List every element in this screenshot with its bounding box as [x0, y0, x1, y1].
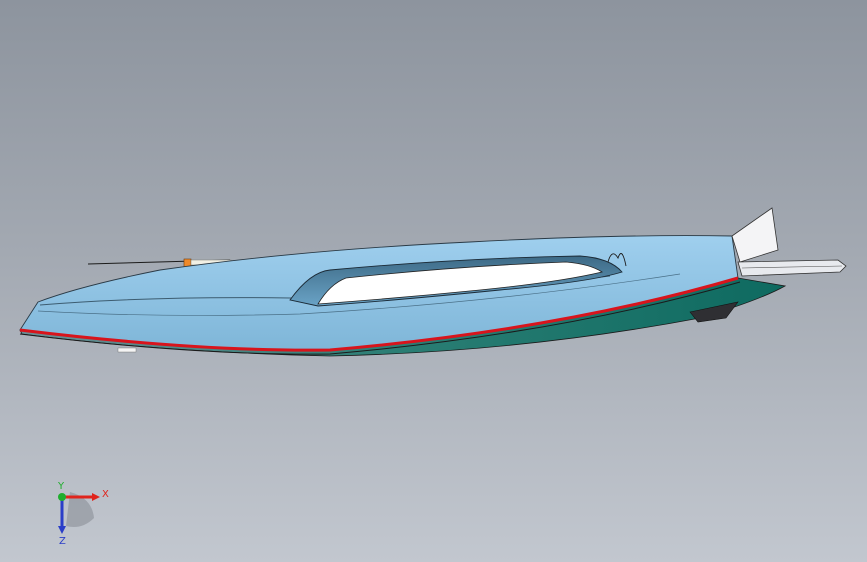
- triad-z-label: Z: [59, 536, 66, 547]
- boat-model[interactable]: [19, 207, 847, 357]
- triad-x-label: X: [102, 489, 109, 500]
- triad-z-arrow: [58, 526, 66, 534]
- model-canvas[interactable]: X Y Z: [0, 0, 867, 562]
- stern-fin: [731, 207, 779, 263]
- coordinate-triad: X Y Z: [57, 481, 109, 547]
- triad-x-arrow: [92, 493, 100, 501]
- hull-tab: [117, 347, 137, 353]
- graphics-viewport[interactable]: X Y Z: [0, 0, 867, 562]
- triad-y-axis: [58, 493, 66, 501]
- triad-y-label: Y: [57, 481, 65, 492]
